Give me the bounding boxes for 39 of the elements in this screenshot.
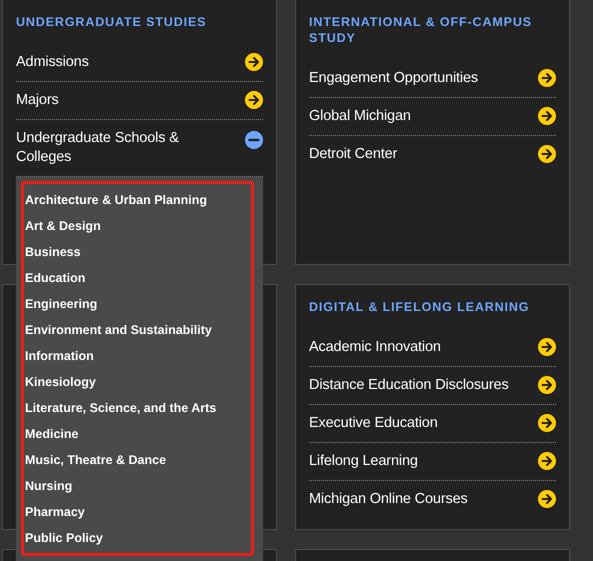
submenu-link[interactable]: Engineering	[25, 291, 251, 317]
arrow-right-icon	[538, 376, 556, 394]
menu-link[interactable]: Academic Innovation	[309, 329, 556, 366]
menu-link[interactable]: Lifelong Learning	[309, 443, 556, 480]
menu-link[interactable]: Distance Education Disclosures	[309, 367, 556, 404]
menu-link[interactable]: Admissions	[16, 44, 263, 81]
arrow-right-icon	[538, 69, 556, 87]
submenu-link[interactable]: Architecture & Urban Planning	[25, 187, 251, 213]
section-heading: INTERNATIONAL & OFF-CAMPUS STUDY	[309, 14, 533, 46]
submenu-link[interactable]: Art & Design	[25, 213, 251, 239]
arrow-right-icon	[538, 414, 556, 432]
submenu-link[interactable]: Medicine	[25, 421, 251, 447]
menu-link[interactable]: Detroit Center	[309, 136, 556, 173]
submenu-link[interactable]: Business	[25, 239, 251, 265]
submenu-link[interactable]: Nursing	[25, 473, 251, 499]
menu-link[interactable]: Undergraduate Schools & Colleges	[16, 120, 263, 176]
menu-link[interactable]: Majors	[16, 82, 263, 119]
menu-link[interactable]: Global Michigan	[309, 98, 556, 135]
arrow-right-icon	[245, 53, 263, 71]
submenu-link[interactable]: Literature, Science, and the Arts	[25, 395, 251, 421]
menu-link[interactable]: Executive Education	[309, 405, 556, 442]
arrow-right-icon	[538, 107, 556, 125]
minus-icon	[245, 131, 263, 149]
submenu-link[interactable]: Kinesiology	[25, 369, 251, 395]
section-heading: DIGITAL & LIFELONG LEARNING	[309, 299, 530, 315]
submenu-link[interactable]: Information	[25, 343, 251, 369]
submenu-link[interactable]: Environment and Sustainability	[25, 317, 251, 343]
arrow-right-icon	[538, 452, 556, 470]
submenu-link[interactable]: Music, Theatre & Dance	[25, 447, 251, 473]
submenu-link[interactable]: Education	[25, 265, 251, 291]
arrow-right-icon	[538, 490, 556, 508]
arrow-right-icon	[538, 338, 556, 356]
arrow-right-icon	[245, 91, 263, 109]
section-heading: UNDERGRADUATE STUDIES	[16, 14, 208, 30]
menu-link[interactable]: Michigan Online Courses	[309, 481, 556, 518]
menu-link[interactable]: Engagement Opportunities	[309, 60, 556, 97]
submenu-link[interactable]: Public Policy	[25, 525, 251, 551]
submenu-link[interactable]: Pharmacy	[25, 499, 251, 525]
arrow-right-icon	[538, 145, 556, 163]
